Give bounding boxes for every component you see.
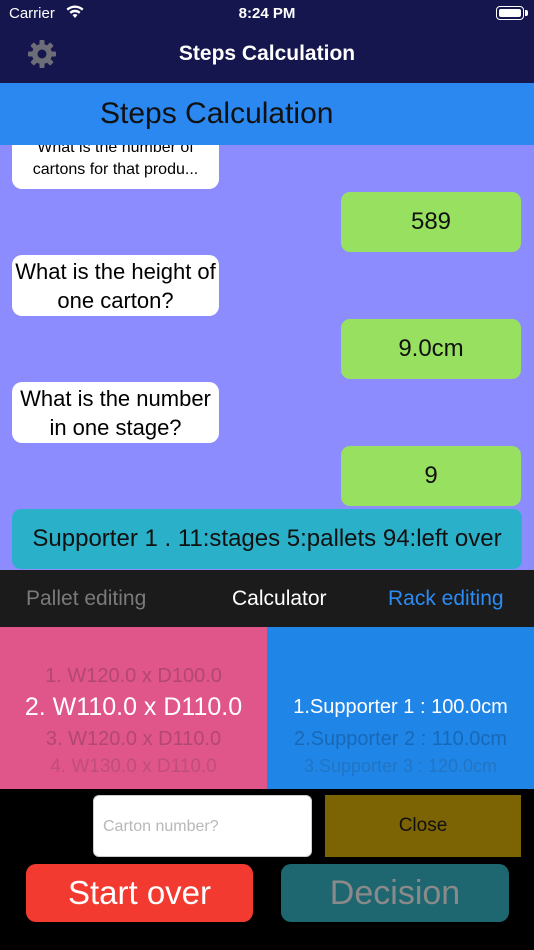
- start-over-button[interactable]: Start over: [26, 864, 253, 922]
- close-button[interactable]: Close: [325, 795, 521, 857]
- page-title: Steps Calculation: [100, 97, 334, 130]
- navigation-bar: Carrier 8:24 PM Steps Calculation: [0, 0, 534, 83]
- tab-calculator[interactable]: Calculator: [232, 570, 327, 627]
- question-bubble-carton-count: What is the number of cartons for that p…: [12, 145, 219, 189]
- question-bubble-per-stage: What is the number in one stage?: [12, 382, 219, 443]
- pallet-option[interactable]: 4. W130.0 x D110.0: [0, 756, 267, 778]
- supporter-option[interactable]: 3.Supporter 3 : 120.0cm: [267, 756, 534, 777]
- result-bubble: Supporter 1 . 11:stages 5:pallets 94:lef…: [12, 509, 522, 569]
- answer-bubble-carton-height: 9.0cm: [341, 319, 521, 379]
- status-bar: Carrier 8:24 PM: [0, 0, 534, 28]
- decision-button[interactable]: Decision: [281, 864, 509, 922]
- pallet-option-selected[interactable]: 2. W110.0 x D110.0: [0, 693, 267, 722]
- carton-number-input[interactable]: Carton number?: [93, 795, 312, 857]
- pallet-option[interactable]: 3. W120.0 x D110.0: [0, 728, 267, 751]
- supporter-picker[interactable]: 1.Supporter 1 : 100.0cm 2.Supporter 2 : …: [267, 627, 534, 789]
- pallet-option[interactable]: 1. W120.0 x D100.0: [0, 665, 267, 688]
- answer-bubble-per-stage: 9: [341, 446, 521, 506]
- segment-tabs: Pallet editing Calculator Rack editing: [0, 570, 534, 627]
- supporter-option[interactable]: 2.Supporter 2 : 110.0cm: [267, 728, 534, 751]
- question-bubble-carton-height: What is the height of one carton?: [12, 255, 219, 316]
- pallet-picker[interactable]: 1. W120.0 x D100.0 2. W110.0 x D110.0 3.…: [0, 627, 267, 789]
- supporter-option-selected[interactable]: 1.Supporter 1 : 100.0cm: [267, 696, 534, 719]
- tab-rack-editing[interactable]: Rack editing: [388, 570, 504, 627]
- conversation-area[interactable]: What is the number of cartons for that p…: [0, 145, 534, 570]
- battery-icon: [496, 6, 524, 20]
- nav-title: Steps Calculation: [178, 42, 356, 65]
- clock: 8:24 PM: [238, 5, 296, 22]
- page-header: Steps Calculation: [0, 83, 534, 145]
- tab-pallet-editing[interactable]: Pallet editing: [26, 570, 146, 627]
- answer-bubble-carton-count: 589: [341, 192, 521, 252]
- battery-tip: [525, 10, 528, 16]
- control-panel: Carton number? Close Start over Decision: [0, 789, 534, 950]
